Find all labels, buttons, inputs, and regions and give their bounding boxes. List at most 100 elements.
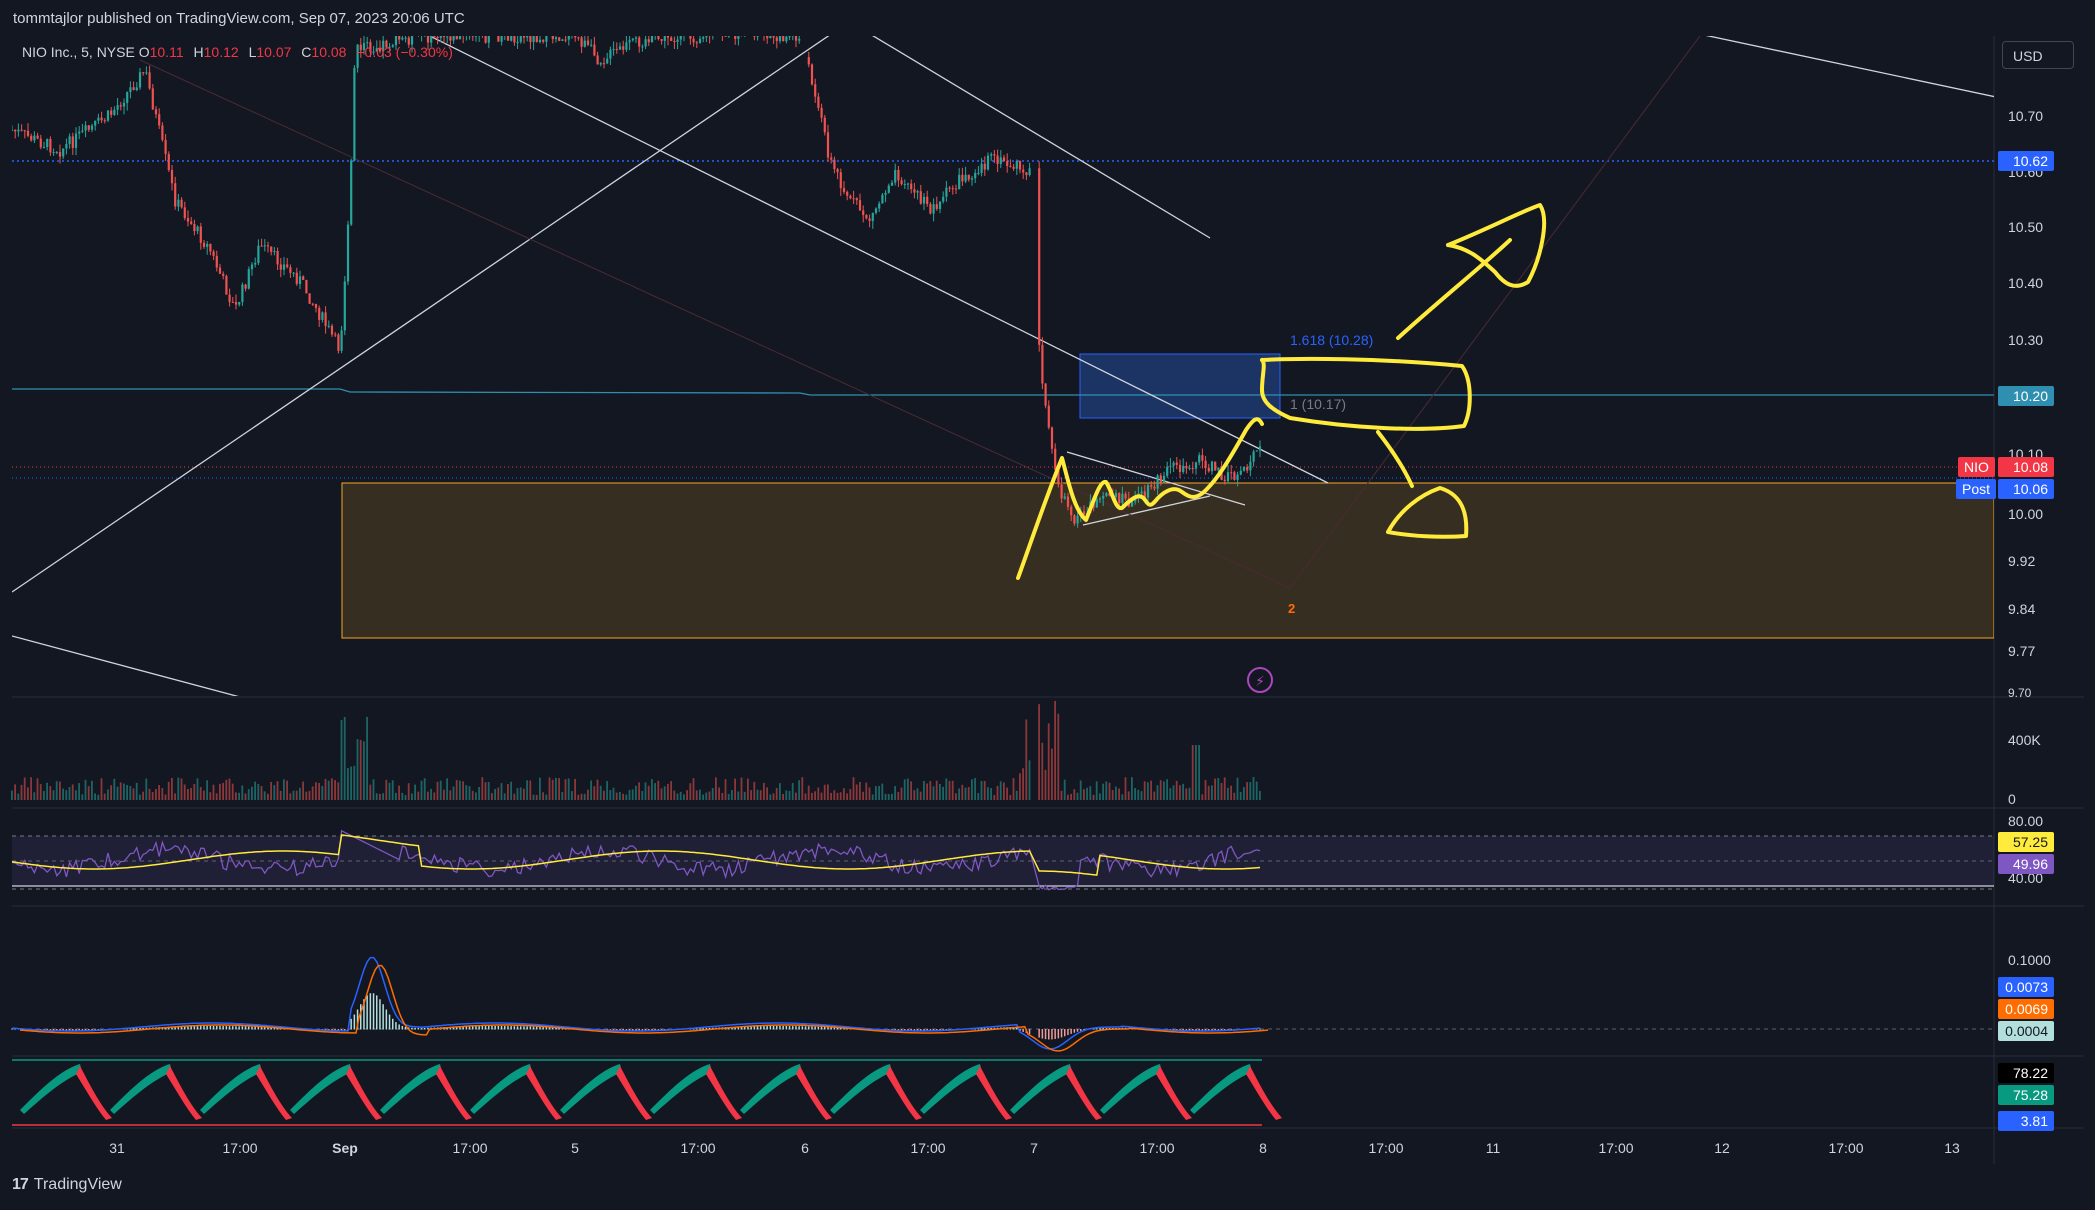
volume-bar <box>1195 745 1197 800</box>
rsi-pane[interactable] <box>11 829 1994 891</box>
candle-body <box>298 276 302 284</box>
volume-bar <box>814 791 816 800</box>
volume-bar <box>699 789 701 800</box>
candle-body <box>890 182 894 186</box>
candle-body <box>218 267 222 274</box>
osc-wave-down <box>526 1066 562 1120</box>
candle-body <box>36 135 39 139</box>
volume-bar <box>1111 789 1114 800</box>
volume-bar <box>532 794 535 800</box>
volume-bar <box>769 794 772 800</box>
alert-icon[interactable]: ⚡ <box>1247 667 1273 693</box>
candle-body <box>266 245 270 247</box>
macd-hist-bar <box>513 1026 516 1030</box>
volume-bar <box>731 789 733 800</box>
macd-hist-bar <box>1038 1029 1040 1038</box>
candle-body <box>1153 486 1156 489</box>
volume-bar <box>599 785 602 800</box>
volume-bar <box>55 781 58 800</box>
volume-bar <box>299 787 301 800</box>
candle-body <box>270 246 273 252</box>
candle-body <box>826 132 830 158</box>
volume-bar <box>196 778 199 800</box>
volume-bar <box>987 787 989 800</box>
macd-hist-bar <box>804 1026 807 1030</box>
volume-bar <box>49 786 52 800</box>
candle-body <box>145 72 148 74</box>
oscillator-pane[interactable] <box>12 1059 1282 1126</box>
volume-bar <box>644 782 647 800</box>
candle-body <box>209 243 212 252</box>
fib-extension-box[interactable] <box>1079 353 1281 419</box>
candle-body <box>1191 468 1194 470</box>
macd-hist-bar <box>494 1026 496 1030</box>
rsi-badge: 49.96 <box>1998 854 2054 874</box>
macd-hist-bar <box>353 1014 356 1030</box>
volume-bar <box>350 766 352 800</box>
symbol-legend[interactable]: NIO Inc., 5, NYSE O10.11 H10.12 L10.07 C… <box>22 44 459 60</box>
volume-bar <box>839 792 842 800</box>
svg-text:⚡: ⚡ <box>1255 674 1265 690</box>
volume-bar <box>417 791 420 800</box>
macd-hist-bar <box>792 1026 794 1030</box>
candle-body <box>1146 485 1150 498</box>
volume-bar <box>820 792 823 800</box>
volume-bar <box>654 783 656 800</box>
candle-body <box>506 36 510 41</box>
volume-bar <box>449 790 452 800</box>
volume-bar <box>1227 787 1229 800</box>
candle-body <box>337 334 340 351</box>
candle-body <box>1022 169 1025 173</box>
volume-bar <box>977 793 980 800</box>
volume-bar <box>139 794 141 800</box>
volume-bar <box>881 783 884 800</box>
volume-bar <box>1108 782 1111 800</box>
volume-bar <box>673 790 676 800</box>
high-value: 10.12 <box>203 44 239 60</box>
candle-body <box>158 114 161 126</box>
macd-hist-bar <box>136 1028 138 1030</box>
volume-bar <box>199 787 202 800</box>
candle-body <box>615 48 618 50</box>
currency-button[interactable]: USD <box>2002 41 2074 69</box>
macd-hist-bar <box>411 1027 413 1030</box>
price-label: 9.70 <box>2008 686 2032 700</box>
candle-body <box>186 218 190 222</box>
volume-bar <box>1147 782 1149 800</box>
volume-bar <box>638 782 640 800</box>
candle-body <box>593 44 596 56</box>
volume-bar <box>1236 777 1239 800</box>
macd-hist-bar <box>984 1028 986 1030</box>
candle-body <box>286 264 289 268</box>
volume-bars[interactable] <box>11 700 1261 800</box>
volume-bar <box>782 793 784 800</box>
volume-bar <box>1115 786 1117 800</box>
candle-body <box>689 36 692 39</box>
macd-hist-bar <box>766 1026 768 1030</box>
macd-hist-bar <box>475 1026 477 1030</box>
volume-bar <box>1249 782 1252 800</box>
macd-hist-bar <box>472 1026 474 1030</box>
candle-body <box>1188 468 1191 470</box>
candle-body <box>865 215 868 219</box>
volume-bar <box>244 793 247 800</box>
candle-body <box>1185 465 1188 469</box>
macd-hist-bar <box>190 1026 192 1030</box>
price-candles[interactable] <box>11 18 1262 528</box>
candle-body <box>174 183 177 207</box>
chart-canvas[interactable]: ⚡ <box>0 0 2095 1210</box>
candle-body <box>654 34 656 35</box>
volume-bar <box>151 792 154 800</box>
candle-body <box>522 36 526 38</box>
macd-hist-bar <box>193 1026 196 1030</box>
volume-bar <box>798 780 800 800</box>
candle-body <box>1242 466 1246 471</box>
candle-body <box>254 262 257 265</box>
candle-body <box>250 264 254 270</box>
macd-pane[interactable] <box>11 956 1994 1052</box>
volume-bar <box>871 794 874 800</box>
volume-bar <box>1150 780 1152 800</box>
tradingview-footer[interactable]: 17 TradingView <box>12 1176 122 1194</box>
candle-body <box>23 130 26 132</box>
volume-bar <box>71 784 74 800</box>
